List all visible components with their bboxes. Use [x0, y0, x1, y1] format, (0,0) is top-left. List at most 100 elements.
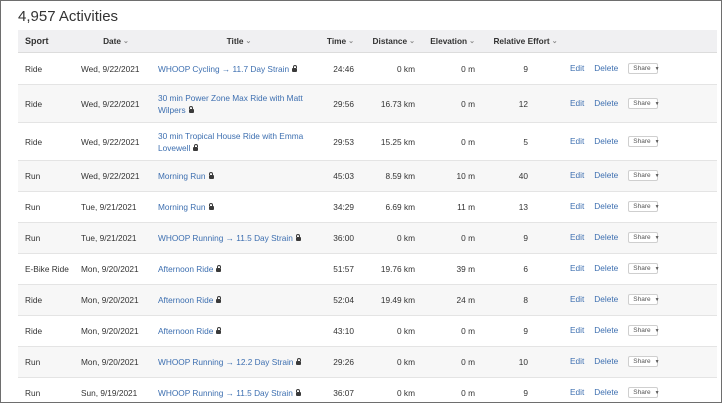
activity-title-link[interactable]: 30 min Tropical House Ride with Emma Lov…	[158, 131, 303, 153]
activity-time: 34:29	[333, 202, 354, 212]
lock-icon	[188, 105, 194, 113]
activity-distance: 15.25 km	[380, 136, 415, 147]
activity-distance: 0 km	[397, 63, 415, 74]
delete-button[interactable]: Delete	[594, 325, 618, 335]
activity-title-link[interactable]: Afternoon Ride	[158, 295, 213, 305]
table-row: E-Bike Ride Mon, 9/20/2021 Afternoon Rid…	[18, 254, 717, 285]
activity-time: 51:57	[333, 264, 354, 274]
activity-title-link[interactable]: Afternoon Ride	[158, 264, 213, 274]
activity-title-cell: Afternoon Ride	[158, 316, 320, 347]
column-header-date[interactable]: Date ⌄	[74, 30, 158, 53]
triangle-down-icon: ▼	[654, 390, 660, 396]
delete-button[interactable]: Delete	[594, 356, 618, 366]
activity-title-link[interactable]: WHOOP Running → 11.5 Day Strain	[158, 233, 293, 243]
share-dropdown[interactable]: Share ▼	[628, 62, 660, 74]
edit-button[interactable]: Edit	[570, 294, 584, 304]
row-actions: Edit Delete Share ▼	[568, 254, 717, 285]
edit-button[interactable]: Edit	[570, 170, 584, 180]
lock-icon	[216, 265, 222, 272]
share-dropdown[interactable]: Share ▼	[628, 135, 660, 147]
delete-button[interactable]: Delete	[594, 263, 618, 273]
activity-sport: Run	[25, 388, 41, 398]
delete-button[interactable]: Delete	[594, 136, 618, 146]
activity-elevation: 0 m	[461, 357, 475, 367]
lock-icon	[208, 203, 214, 210]
delete-button[interactable]: Delete	[594, 201, 618, 211]
activity-date: Wed, 9/22/2021	[81, 171, 140, 181]
column-header-distance[interactable]: Distance ⌄	[362, 30, 423, 53]
delete-button[interactable]: Delete	[594, 294, 618, 304]
activity-title-link[interactable]: WHOOP Running → 12.2 Day Strain	[158, 357, 293, 367]
edit-button[interactable]: Edit	[570, 201, 584, 211]
table-row: Ride Wed, 9/22/2021 WHOOP Cycling → 11.7…	[18, 53, 717, 85]
activity-title-link[interactable]: Afternoon Ride	[158, 326, 213, 336]
share-dropdown[interactable]: Share ▼	[628, 294, 660, 305]
edit-button[interactable]: Edit	[570, 325, 584, 335]
edit-button[interactable]: Edit	[570, 356, 584, 366]
share-label: Share	[633, 64, 651, 72]
activity-title-link[interactable]: WHOOP Running → 11.5 Day Strain	[158, 388, 293, 398]
activity-elevation: 0 m	[461, 326, 475, 336]
activity-date: Tue, 9/21/2021	[81, 233, 137, 243]
row-actions: Edit Delete Share ▼	[568, 316, 717, 347]
activity-title-cell: WHOOP Running → 11.5 Day Strain	[158, 378, 320, 403]
delete-button[interactable]: Delete	[594, 387, 618, 397]
delete-button[interactable]: Delete	[594, 170, 618, 180]
activity-time: 29:56	[333, 98, 354, 109]
activity-sport: Run	[25, 171, 41, 181]
chevron-down-icon: ⌄	[409, 38, 415, 45]
activity-title-link[interactable]: Morning Run	[158, 171, 206, 181]
triangle-down-icon: ▼	[654, 297, 660, 303]
activity-time: 29:53	[333, 136, 354, 147]
activity-title-link[interactable]: WHOOP Cycling → 11.7 Day Strain	[158, 64, 289, 74]
activity-title-link[interactable]: Morning Run	[158, 202, 206, 212]
share-dropdown[interactable]: Share ▼	[628, 387, 660, 398]
edit-button[interactable]: Edit	[570, 63, 584, 73]
triangle-down-icon: ▼	[654, 204, 660, 210]
column-header-elevation[interactable]: Elevation ⌄	[423, 30, 483, 53]
activity-relative-effort: 9	[523, 326, 528, 336]
activity-elevation: 10 m	[456, 171, 475, 181]
share-dropdown[interactable]: Share ▼	[628, 325, 660, 336]
triangle-down-icon: ▼	[654, 266, 660, 272]
share-dropdown[interactable]: Share ▼	[628, 170, 660, 181]
delete-button[interactable]: Delete	[594, 63, 618, 73]
chevron-down-icon: ⌄	[348, 38, 354, 45]
share-dropdown[interactable]: Share ▼	[628, 263, 660, 274]
column-header-title[interactable]: Title ⌄	[158, 30, 320, 53]
edit-button[interactable]: Edit	[570, 263, 584, 273]
chevron-down-icon: ⌄	[245, 38, 252, 45]
share-label: Share	[633, 99, 651, 107]
lock-icon	[193, 143, 199, 151]
table-row: Ride Wed, 9/22/2021 30 min Power Zone Ma…	[18, 84, 717, 123]
triangle-down-icon: ▼	[654, 173, 660, 179]
table-row: Ride Wed, 9/22/2021 30 min Tropical Hous…	[18, 123, 717, 161]
delete-button[interactable]: Delete	[594, 232, 618, 242]
column-header-relative-effort[interactable]: Relative Effort ⌄	[483, 30, 568, 53]
delete-button[interactable]: Delete	[594, 98, 618, 108]
edit-button[interactable]: Edit	[570, 232, 584, 242]
column-header-time[interactable]: Time ⌄	[320, 30, 362, 53]
column-header-sport: Sport	[18, 30, 74, 53]
activity-date: Mon, 9/20/2021	[81, 295, 139, 305]
edit-button[interactable]: Edit	[570, 387, 584, 397]
activity-distance: 0 km	[397, 357, 415, 367]
edit-button[interactable]: Edit	[570, 98, 584, 108]
share-dropdown[interactable]: Share ▼	[628, 356, 660, 367]
activity-relative-effort: 10	[518, 357, 528, 367]
activity-title-cell: Morning Run	[158, 192, 320, 223]
lock-icon	[208, 172, 214, 179]
share-dropdown[interactable]: Share ▼	[628, 232, 660, 243]
activity-title-link[interactable]: 30 min Power Zone Max Ride with Matt Wil…	[158, 93, 303, 115]
share-label: Share	[633, 296, 651, 303]
activity-distance: 0 km	[397, 326, 415, 336]
activity-sport: Ride	[25, 136, 43, 147]
activities-table: Sport Date ⌄ Title ⌄ Time ⌄ Distance ⌄ Eleva…	[18, 30, 717, 403]
share-dropdown[interactable]: Share ▼	[628, 201, 660, 212]
share-dropdown[interactable]: Share ▼	[628, 97, 660, 109]
activity-time: 24:46	[333, 63, 354, 74]
activity-distance: 0 km	[397, 233, 415, 243]
share-label: Share	[633, 389, 651, 396]
share-label: Share	[633, 327, 651, 334]
edit-button[interactable]: Edit	[570, 136, 584, 146]
